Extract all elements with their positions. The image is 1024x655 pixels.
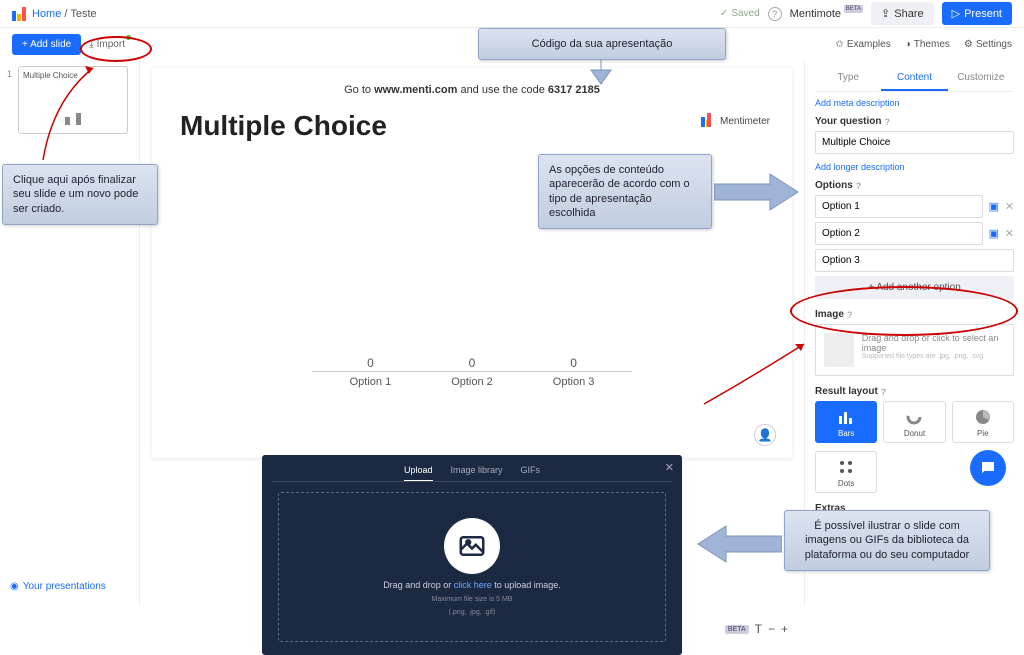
- image-drop-text: Drag and drop or click to select an imag…: [862, 333, 1005, 353]
- mentimote-link[interactable]: Mentimote: [790, 8, 863, 20]
- chart: 0Option 1 0Option 2 0Option 3: [350, 356, 595, 388]
- breadcrumb-home[interactable]: Home: [32, 8, 61, 20]
- annotation-arrow-3: [714, 172, 800, 212]
- remove-option-icon[interactable]: ✕: [1005, 200, 1014, 213]
- mentimeter-logo-icon: [12, 7, 26, 21]
- topbar: Home / Teste ✓ Saved ? Mentimote ⇪ Share…: [0, 0, 1024, 28]
- dots-icon: [838, 458, 854, 476]
- image-dropzone[interactable]: Drag and drop or click to select an imag…: [815, 324, 1014, 376]
- your-presentations-link[interactable]: ◉ Your presentations: [6, 573, 133, 600]
- help-icon[interactable]: ?: [768, 7, 782, 21]
- canvas-toolbar: BETA T − +: [725, 622, 788, 636]
- option-row-1: ▣ ✕: [815, 195, 1014, 218]
- zoom-in[interactable]: +: [781, 622, 788, 636]
- annotation-c1: Clique aqui após finalizar seu slide e u…: [2, 164, 158, 225]
- annotation-arrow-5: [700, 338, 810, 410]
- settings-link[interactable]: ⚙ Settings: [964, 39, 1012, 50]
- layout-bars[interactable]: Bars: [815, 401, 877, 443]
- tab-type[interactable]: Type: [815, 66, 881, 91]
- annotation-arrow-1: [38, 60, 108, 165]
- bars-icon: [837, 408, 855, 426]
- present-button[interactable]: ▷ Present: [942, 2, 1012, 25]
- layout-pie[interactable]: Pie: [952, 401, 1014, 443]
- layout-label: Result layout?: [815, 386, 1014, 397]
- options-label: Options?: [815, 180, 1014, 191]
- tab-upload[interactable]: Upload: [404, 465, 433, 481]
- import-button[interactable]: ⤓ Import: [89, 39, 125, 50]
- slide-title: Multiple Choice: [180, 110, 764, 142]
- tab-content[interactable]: Content: [881, 66, 947, 91]
- upload-formats: (.png, .jpg, .gif): [449, 609, 496, 616]
- presenter-avatar-icon[interactable]: 👤: [754, 424, 776, 446]
- beta-badge: BETA: [725, 625, 749, 634]
- upload-tabs: Upload Image library GIFs: [272, 465, 672, 482]
- add-longer-link[interactable]: Add longer description: [815, 162, 1014, 172]
- tab-gifs[interactable]: GIFs: [521, 465, 541, 475]
- layout-donut[interactable]: Donut: [883, 401, 945, 443]
- question-label: Your question?: [815, 116, 1014, 127]
- join-code-line: Go to www.menti.com and use the code 631…: [180, 84, 764, 96]
- layout-dots[interactable]: Dots: [815, 451, 877, 493]
- bar-option-2: 0Option 2: [451, 356, 493, 388]
- mentimeter-brand: Mentimeter: [701, 116, 770, 127]
- option-input-3[interactable]: [815, 249, 1014, 272]
- image-icon[interactable]: ▣: [987, 227, 1001, 241]
- annotation-c2: Código da sua apresentação: [478, 28, 726, 60]
- add-slide-button[interactable]: + Add slide: [12, 34, 81, 55]
- examples-link[interactable]: ✩ Examples: [835, 39, 890, 50]
- image-label: Image?: [815, 309, 1014, 320]
- tab-image-library[interactable]: Image library: [451, 465, 503, 475]
- image-thumbnail-placeholder: [824, 333, 854, 367]
- slide-canvas: Go to www.menti.com and use the code 631…: [152, 68, 792, 458]
- add-meta-link[interactable]: Add meta description: [815, 98, 1014, 108]
- breadcrumb: Home / Teste: [32, 8, 97, 20]
- option-row-2: ▣ ✕: [815, 222, 1014, 245]
- share-button[interactable]: ⇪ Share: [871, 2, 934, 25]
- tab-customize[interactable]: Customize: [948, 66, 1014, 91]
- saved-status: ✓ Saved: [720, 8, 760, 19]
- text-tool[interactable]: T: [755, 622, 762, 636]
- annotation-arrow-4: [696, 524, 782, 564]
- image-upload-modal: ✕ Upload Image library GIFs Drag and dro…: [262, 455, 682, 655]
- upload-instruction: Drag and drop or click here to upload im…: [383, 580, 561, 590]
- pie-icon: [975, 408, 991, 426]
- upload-dropzone[interactable]: Drag and drop or click here to upload im…: [278, 492, 666, 642]
- breadcrumb-page: Teste: [70, 8, 96, 20]
- annotation-c4: É possível ilustrar o slide com imagens …: [784, 510, 990, 571]
- close-icon[interactable]: ✕: [665, 461, 674, 474]
- bar-option-1: 0Option 1: [350, 356, 392, 388]
- add-option-button[interactable]: + Add another option: [815, 276, 1014, 299]
- remove-option-icon[interactable]: ✕: [1005, 227, 1014, 240]
- help-chat-icon[interactable]: [970, 450, 1006, 486]
- donut-icon: [906, 408, 922, 426]
- bar-option-3: 0Option 3: [553, 356, 595, 388]
- image-drop-sub: Supported file types are .jpg, .png, .sv…: [862, 353, 1005, 360]
- image-icon[interactable]: ▣: [987, 200, 1001, 214]
- click-here-link[interactable]: click here: [454, 580, 492, 590]
- option-row-3: [815, 249, 1014, 272]
- image-placeholder-icon: [444, 518, 500, 574]
- option-input-1[interactable]: [815, 195, 983, 218]
- annotation-c3: As opções de conteúdo aparecerão de acor…: [538, 154, 712, 229]
- option-input-2[interactable]: [815, 222, 983, 245]
- question-input[interactable]: [815, 131, 1014, 154]
- themes-link[interactable]: ◑ Themes: [905, 39, 950, 50]
- upload-max: Maximum file size is 5 MB: [432, 596, 513, 603]
- zoom-out[interactable]: −: [768, 622, 775, 636]
